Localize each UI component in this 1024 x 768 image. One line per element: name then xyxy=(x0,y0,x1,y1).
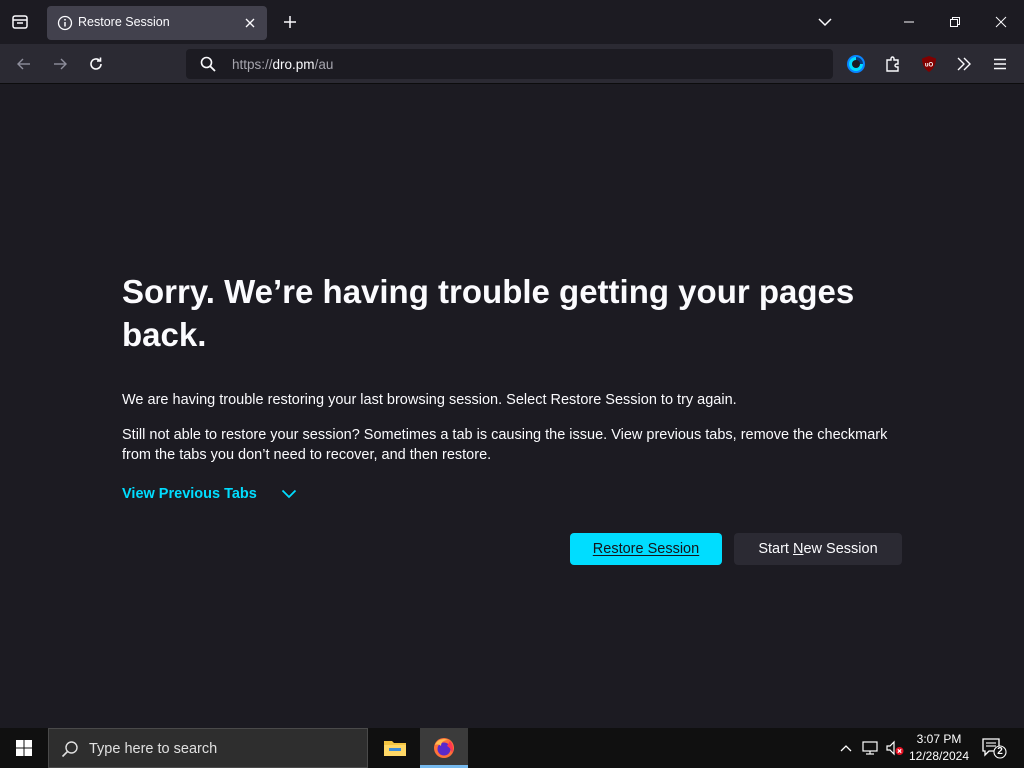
page-title: Sorry. We’re having trouble getting your… xyxy=(122,273,855,353)
tab-strip: Restore Session xyxy=(0,0,1024,44)
search-icon xyxy=(200,56,216,72)
hamburger-icon xyxy=(994,58,1006,70)
chevron-down-icon xyxy=(281,488,299,500)
plus-icon xyxy=(284,16,296,28)
firefox-view-button[interactable] xyxy=(6,8,34,36)
more-tools-button[interactable] xyxy=(953,53,975,75)
taskbar-clock[interactable]: 3:07 PM 12/28/2024 xyxy=(903,731,975,765)
ublock-origin-icon: uO xyxy=(922,56,936,72)
close-icon xyxy=(995,16,1007,28)
notification-center-button[interactable]: 2 xyxy=(980,736,1008,760)
close-icon xyxy=(245,18,255,28)
clock-date: 12/28/2024 xyxy=(908,749,970,763)
clock-time: 3:07 PM xyxy=(916,732,962,746)
arrow-left-icon xyxy=(17,58,30,70)
account-icon xyxy=(847,55,865,73)
start-new-session-button[interactable]: Start New Session xyxy=(734,533,902,565)
chevron-double-right-icon xyxy=(957,57,971,71)
svg-text:uO: uO xyxy=(925,63,934,69)
ublock-origin-button[interactable]: uO xyxy=(918,53,940,75)
url-path: /au xyxy=(314,57,334,72)
firefox-account-button[interactable] xyxy=(845,53,867,75)
network-icon xyxy=(862,741,878,755)
restore-window-icon xyxy=(950,17,960,27)
minimize-button[interactable] xyxy=(895,8,923,36)
new-tab-button[interactable] xyxy=(278,10,302,34)
arrow-right-icon xyxy=(54,58,67,70)
show-hidden-icons-button[interactable] xyxy=(836,738,856,758)
notification-count: 2 xyxy=(997,746,1003,757)
list-all-tabs-button[interactable] xyxy=(814,11,836,33)
volume-tray-icon[interactable] xyxy=(885,738,905,758)
url-text[interactable]: https://dro.pm/au xyxy=(232,57,333,72)
file-explorer-taskbar-button[interactable] xyxy=(371,728,419,768)
tab-title: Restore Session xyxy=(78,15,170,29)
forward-button[interactable] xyxy=(46,50,74,78)
firefox-icon xyxy=(434,738,454,758)
url-scheme: https:// xyxy=(232,57,273,72)
app-menu-button[interactable] xyxy=(989,53,1011,75)
taskbar-search-placeholder: Type here to search xyxy=(89,741,218,757)
taskbar-search-box[interactable]: Type here to search xyxy=(48,728,368,768)
minimize-icon xyxy=(904,21,914,23)
url-host: dro.pm xyxy=(272,57,315,72)
puzzle-icon xyxy=(886,56,899,72)
firefox-view-icon xyxy=(12,15,28,29)
restore-window-button[interactable] xyxy=(941,8,969,36)
back-button[interactable] xyxy=(10,50,38,78)
firefox-taskbar-button[interactable] xyxy=(420,728,468,768)
volume-muted-icon xyxy=(886,740,904,756)
reload-icon xyxy=(90,57,102,70)
reload-button[interactable] xyxy=(82,50,110,78)
taskbar: Type here to search 3:07 PM 12/28/2024 2 xyxy=(0,728,1024,768)
start-new-session-label-pre: Start xyxy=(758,541,793,557)
search-icon xyxy=(61,741,78,758)
network-tray-icon[interactable] xyxy=(861,738,881,758)
tab-restore-session[interactable]: Restore Session xyxy=(47,6,267,40)
navigation-toolbar: https://dro.pm/au uO xyxy=(0,44,1024,84)
start-new-session-label-post: ew Session xyxy=(803,541,878,557)
start-new-session-accesskey: N xyxy=(793,541,804,557)
view-previous-tabs-label: View Previous Tabs xyxy=(122,486,257,502)
page-content: Sorry. We’re having trouble getting your… xyxy=(0,85,1024,728)
extensions-button[interactable] xyxy=(882,53,904,75)
restore-description: We are having trouble restoring your las… xyxy=(122,392,737,408)
chevron-down-icon xyxy=(818,18,832,27)
windows-logo-icon xyxy=(16,740,32,756)
url-bar[interactable]: https://dro.pm/au xyxy=(186,49,833,79)
view-previous-tabs-toggle[interactable]: View Previous Tabs xyxy=(122,486,299,502)
folder-icon xyxy=(384,741,406,756)
tab-close-button[interactable] xyxy=(241,14,259,32)
restore-session-button[interactable]: Restore Session xyxy=(570,533,722,565)
info-icon xyxy=(57,15,73,31)
close-window-button[interactable] xyxy=(987,8,1015,36)
chevron-up-icon xyxy=(840,745,852,752)
restore-help-text: Still not able to restore your session? … xyxy=(122,427,888,463)
start-button[interactable] xyxy=(0,728,48,768)
